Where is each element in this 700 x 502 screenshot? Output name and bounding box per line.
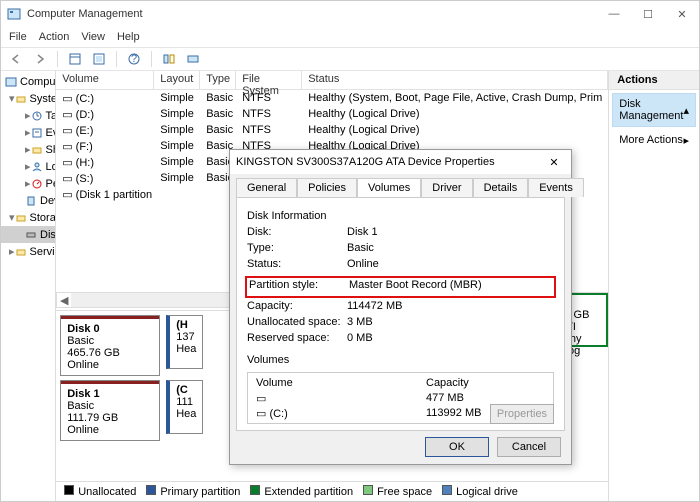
caret-right-icon: ▸: [683, 134, 689, 147]
tree-system-tools[interactable]: ▾System Tools: [1, 90, 55, 107]
properties-dialog: KINGSTON SV300S37A120G ATA Device Proper…: [229, 149, 572, 465]
cancel-button[interactable]: Cancel: [497, 437, 561, 457]
tree-local-users[interactable]: ▸Local Users and Groups: [1, 158, 55, 175]
menu-action[interactable]: Action: [39, 31, 70, 43]
scroll-left-icon[interactable]: ◀: [57, 294, 71, 307]
disk1-label[interactable]: Disk 1 Basic 111.79 GB Online: [60, 380, 160, 441]
tree-root-label: Computer Management (Local): [20, 76, 56, 88]
tool-icon-1[interactable]: [160, 50, 178, 68]
menu-view[interactable]: View: [81, 31, 105, 43]
toolbar: ?: [1, 47, 699, 71]
menu-file[interactable]: File: [9, 31, 27, 43]
volumes-label: Volumes: [247, 354, 554, 366]
tree-pane: Computer Management (Local) ▾System Tool…: [1, 71, 56, 501]
minimize-button[interactable]: —: [597, 3, 631, 25]
tab-driver[interactable]: Driver: [421, 178, 472, 197]
menu-help[interactable]: Help: [117, 31, 140, 43]
tab-details[interactable]: Details: [473, 178, 529, 197]
menu-bar: File Action View Help: [1, 27, 699, 47]
close-button[interactable]: ✕: [665, 3, 699, 25]
col-filesystem[interactable]: File System: [236, 71, 302, 89]
tree-storage[interactable]: ▾Storage: [1, 209, 55, 226]
actions-header: Actions: [609, 71, 699, 90]
volume-row[interactable]: ▭ (D:)SimpleBasicNTFSHealthy (Logical Dr…: [56, 106, 608, 122]
col-layout[interactable]: Layout: [154, 71, 200, 89]
ok-button[interactable]: OK: [425, 437, 489, 457]
tree-device-manager[interactable]: Device Manager: [1, 192, 55, 209]
dialog-close-icon[interactable]: ✕: [543, 156, 565, 169]
volume-row[interactable]: ▭ (C:)SimpleBasicNTFSHealthy (System, Bo…: [56, 90, 608, 106]
back-icon[interactable]: [7, 50, 25, 68]
volume-row[interactable]: ▭ (E:)SimpleBasicNTFSHealthy (Logical Dr…: [56, 122, 608, 138]
caret-up-icon: ▴: [683, 104, 689, 117]
col-type[interactable]: Type: [200, 71, 236, 89]
actions-disk-management[interactable]: Disk Management▴: [612, 93, 696, 127]
actions-more[interactable]: More Actions▸: [609, 130, 699, 150]
forward-icon[interactable]: [31, 50, 49, 68]
app-icon: [7, 7, 21, 21]
tree-services[interactable]: ▸Services and Applications: [1, 243, 55, 260]
tab-policies[interactable]: Policies: [297, 178, 357, 197]
actions-pane: Actions Disk Management▴ More Actions▸: [608, 71, 699, 501]
tree-root[interactable]: Computer Management (Local): [1, 73, 55, 90]
disk0-label[interactable]: Disk 0 Basic 465.76 GB Online: [60, 315, 160, 376]
tool-icon-2[interactable]: [184, 50, 202, 68]
properties-button: Properties: [490, 404, 554, 424]
disk-info-label: Disk Information: [247, 210, 554, 222]
tree-task-scheduler[interactable]: ▸Task Scheduler: [1, 107, 55, 124]
refresh-icon[interactable]: [90, 50, 108, 68]
view-icon[interactable]: [66, 50, 84, 68]
disk1-partition[interactable]: (C 111 Hea: [166, 380, 203, 434]
tree-performance[interactable]: ▸Performance: [1, 175, 55, 192]
partition-style-highlight: Partition style:Master Boot Record (MBR): [245, 276, 556, 298]
tree-shared-folders[interactable]: ▸Shared Folders: [1, 141, 55, 158]
col-status[interactable]: Status: [302, 71, 608, 89]
disk0-partition[interactable]: (H 137 Hea: [166, 315, 203, 369]
svg-text:?: ?: [131, 53, 137, 65]
help-icon[interactable]: ?: [125, 50, 143, 68]
tab-general[interactable]: General: [236, 178, 297, 197]
dialog-title: KINGSTON SV300S37A120G ATA Device Proper…: [236, 156, 543, 168]
tree-disk-management[interactable]: Disk Management: [1, 226, 55, 243]
volume-columns: Volume Layout Type File System Status: [56, 71, 608, 90]
tab-volumes[interactable]: Volumes: [357, 178, 421, 197]
col-volume[interactable]: Volume: [56, 71, 154, 89]
legend: Unallocated Primary partition Extended p…: [56, 481, 608, 501]
maximize-button[interactable]: ☐: [631, 3, 665, 25]
tab-events[interactable]: Events: [528, 178, 584, 197]
tree-event-viewer[interactable]: ▸Event Viewer: [1, 124, 55, 141]
window-title: Computer Management: [27, 8, 597, 20]
